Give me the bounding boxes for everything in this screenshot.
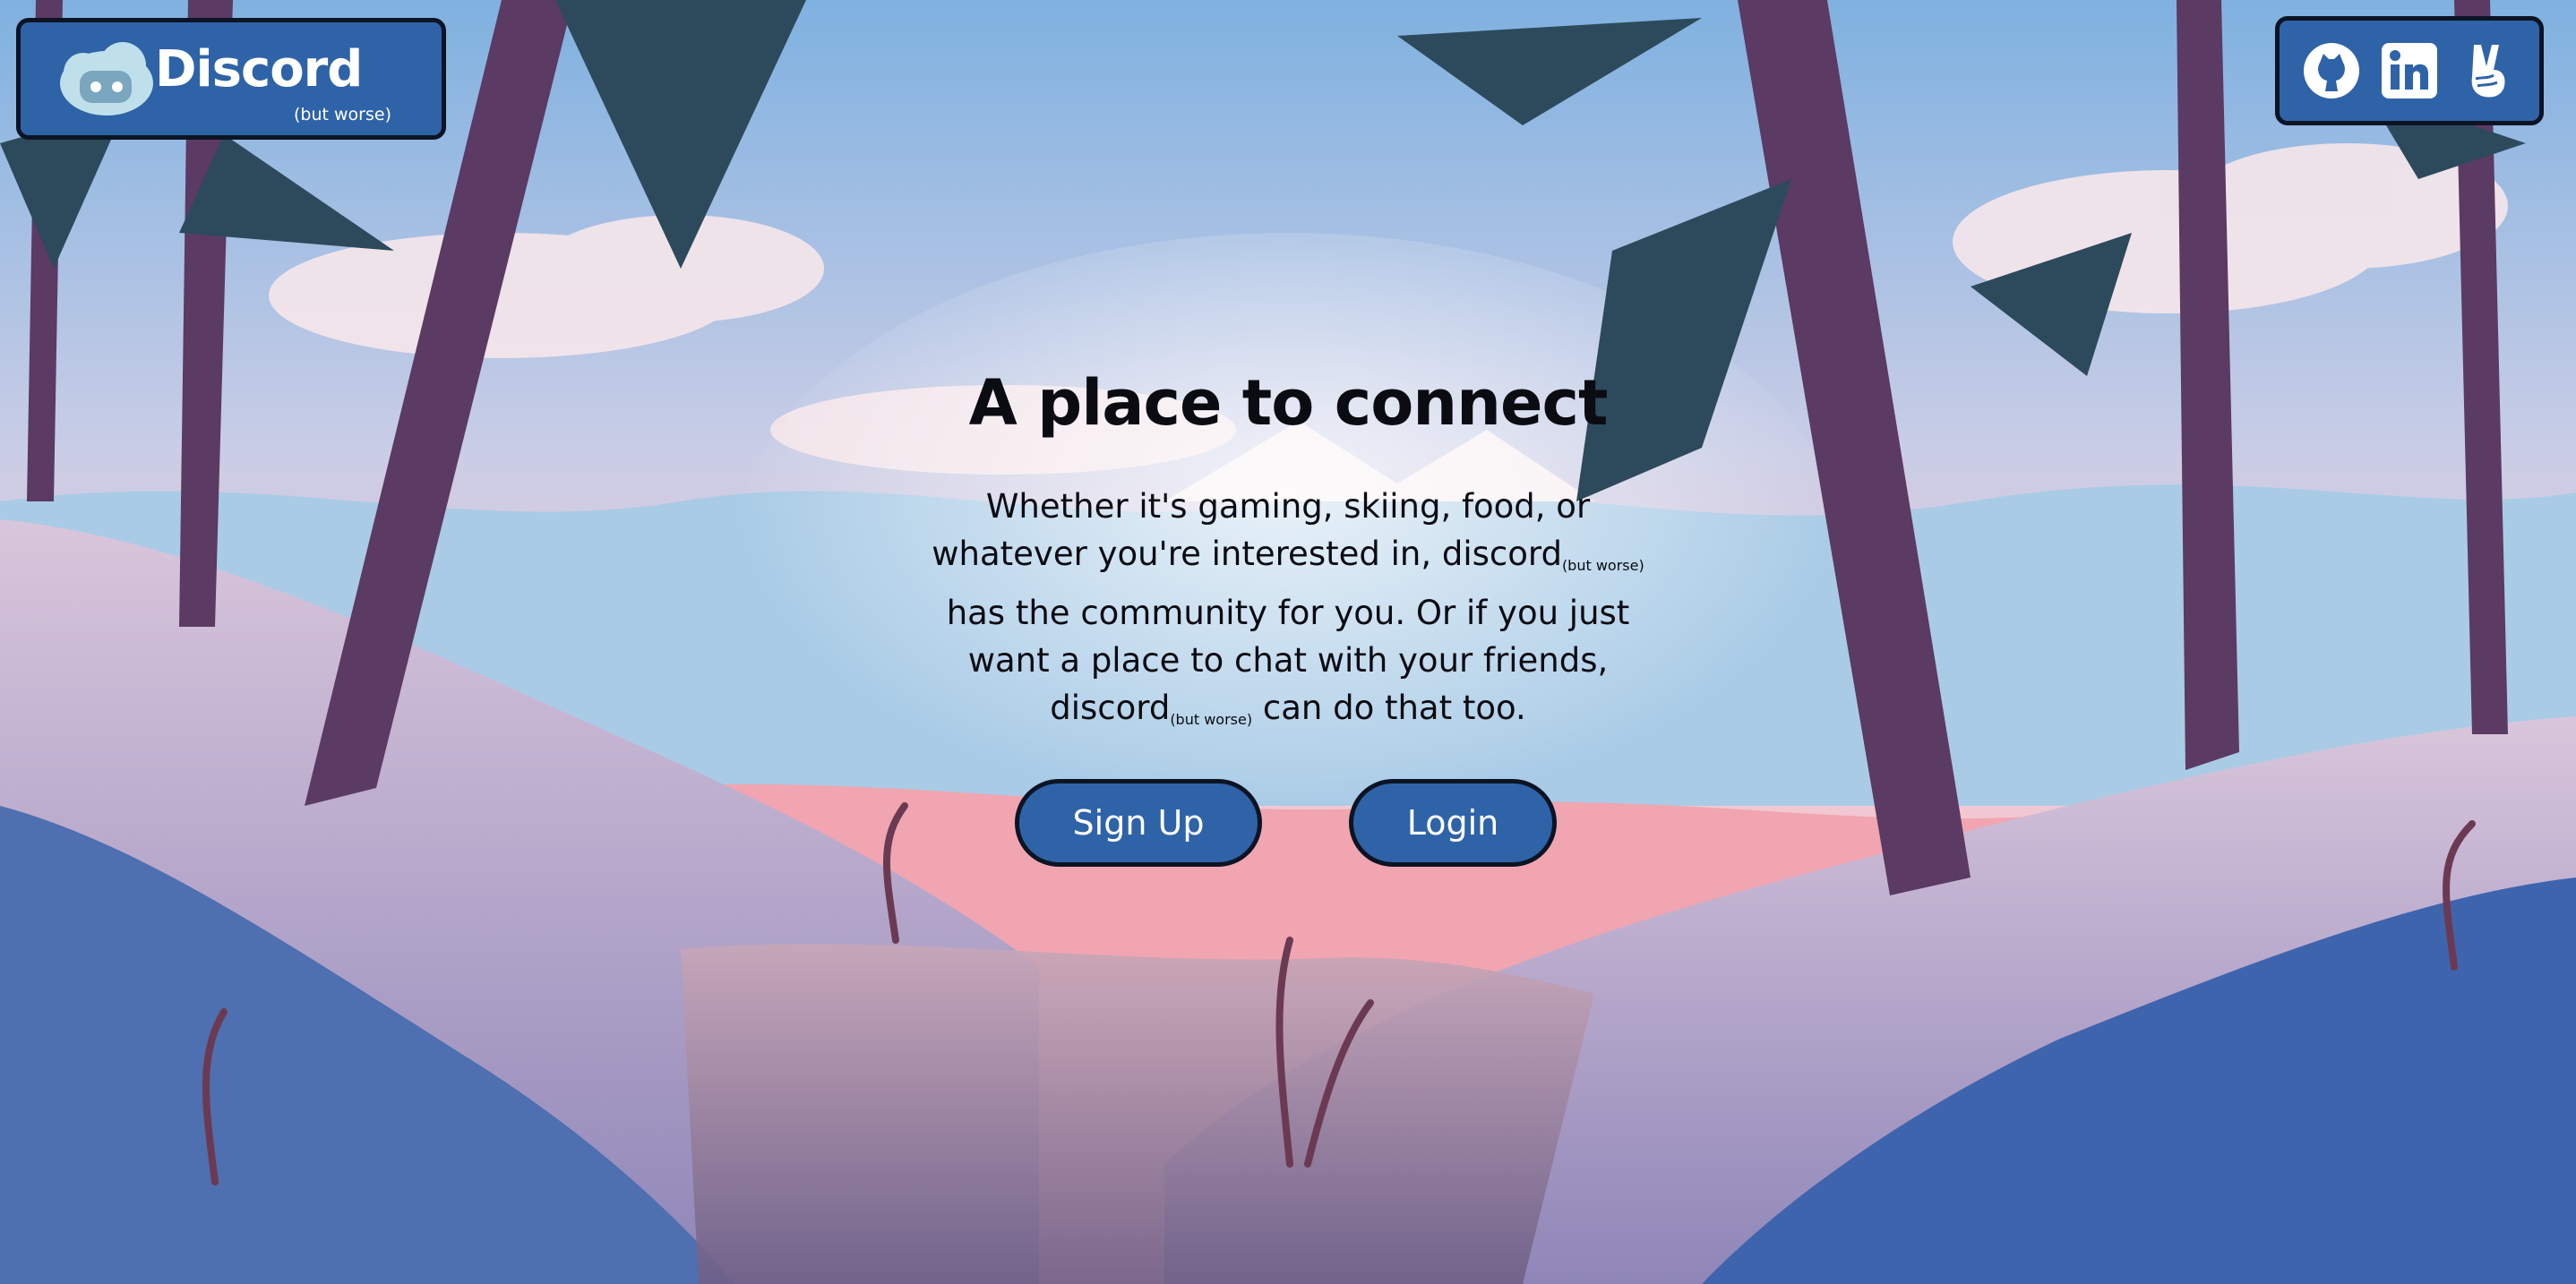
linkedin-icon bbox=[2381, 43, 2437, 98]
brand-title: Discord bbox=[155, 40, 363, 98]
hero-line-4: want a place to chat with your friends, bbox=[967, 641, 1609, 680]
github-icon bbox=[2303, 43, 2359, 98]
hero-section: A place to connect Whether it's gaming, … bbox=[923, 354, 1653, 743]
hero-title: A place to connect bbox=[968, 366, 1609, 440]
hero-line-2: whatever you're interested in, discord bbox=[932, 535, 1562, 573]
peace-hand-link[interactable] bbox=[2458, 41, 2517, 100]
github-link[interactable] bbox=[2302, 41, 2361, 100]
hero-line-3: has the community for you. Or if you jus… bbox=[946, 594, 1630, 632]
hero-line-2-small: (but worse) bbox=[1561, 557, 1644, 574]
hero-line-1: Whether it's gaming, skiing, food, or bbox=[985, 487, 1591, 526]
hero-line-5-before: discord bbox=[1050, 689, 1171, 727]
hero-line-5-small: (but worse) bbox=[1170, 711, 1253, 728]
login-button[interactable]: Login bbox=[1349, 779, 1557, 867]
brand-subtitle: (but worse) bbox=[294, 105, 391, 124]
hero-description: Whether it's gaming, skiing, food, or wh… bbox=[923, 483, 1653, 743]
hero-line-5-after: can do that too. bbox=[1252, 689, 1526, 727]
sign-up-button[interactable]: Sign Up bbox=[1015, 779, 1262, 867]
linkedin-link[interactable] bbox=[2380, 41, 2439, 100]
logo-home-link[interactable]: Discord (but worse) bbox=[16, 18, 446, 140]
social-links bbox=[2275, 16, 2544, 125]
discord-cloud-mascot-icon bbox=[60, 42, 153, 116]
peace-hand-icon bbox=[2471, 45, 2505, 98]
